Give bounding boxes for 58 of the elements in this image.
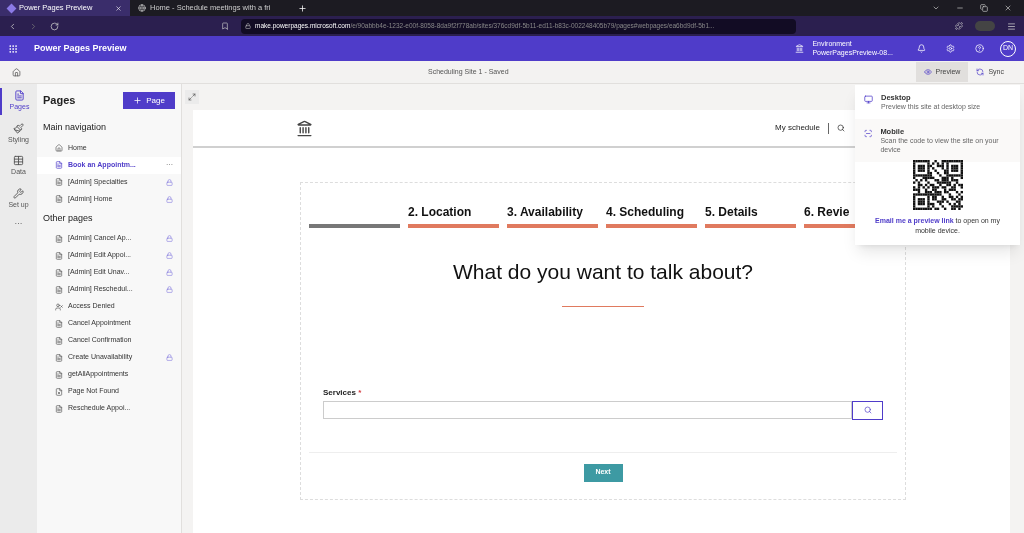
- site-logo-icon: [296, 119, 313, 137]
- styling-icon: [13, 122, 24, 134]
- page-icon: [55, 268, 63, 277]
- page-icon: [55, 285, 63, 294]
- nav-link[interactable]: My schedule: [775, 122, 820, 134]
- notification-icon[interactable]: [917, 44, 926, 53]
- qr-code: [912, 159, 963, 210]
- user-icon: [55, 302, 63, 311]
- field-label: Services *: [323, 386, 363, 399]
- preview-icon: [923, 68, 932, 76]
- plus-icon: [133, 96, 143, 105]
- new-tab-icon[interactable]: [298, 3, 307, 13]
- home-icon[interactable]: [12, 67, 21, 77]
- section-title: Other pages: [42, 211, 94, 225]
- data-icon: [13, 155, 24, 166]
- bookmark-icon[interactable]: [221, 22, 229, 30]
- page-icon: [55, 178, 63, 186]
- page-icon: [55, 387, 63, 396]
- home-icon: [55, 144, 63, 152]
- app-launcher-icon[interactable]: [8, 43, 18, 54]
- search-icon: [863, 406, 872, 414]
- page-icon: [55, 404, 63, 413]
- menu-icon[interactable]: [1007, 21, 1016, 31]
- app-title: Power Pages Preview: [34, 41, 127, 55]
- extension-icon[interactable]: [955, 22, 963, 30]
- sync-icon: [976, 68, 985, 76]
- setup-icon: [13, 187, 24, 199]
- page-icon: [55, 370, 63, 379]
- search-button[interactable]: [852, 400, 883, 420]
- add-page-button[interactable]: Page: [123, 92, 175, 109]
- settings-icon[interactable]: [946, 44, 955, 53]
- page-icon: [55, 195, 63, 203]
- services-field[interactable]: [323, 400, 852, 419]
- page-icon: [55, 234, 63, 243]
- more-button[interactable]: ···: [14, 218, 23, 230]
- page-icon: [55, 336, 63, 345]
- page-heading: What do you want to talk about?: [453, 259, 753, 285]
- pages-icon: [14, 90, 25, 101]
- app-logo-icon: [6, 3, 17, 13]
- help-icon[interactable]: [975, 44, 984, 53]
- expand-icon: [188, 93, 196, 101]
- environment-icon: [795, 44, 805, 53]
- search-icon[interactable]: [837, 124, 845, 132]
- close-icon[interactable]: [1004, 4, 1012, 12]
- monitor-icon: [864, 95, 873, 104]
- section-title: Main navigation: [42, 121, 108, 134]
- chevron-down-icon[interactable]: [932, 4, 940, 12]
- panel-title: Pages: [43, 93, 76, 109]
- page-icon: [55, 251, 63, 260]
- page-icon: [55, 353, 63, 362]
- page-icon: [55, 161, 63, 169]
- globe-icon: [138, 4, 146, 12]
- scan-icon: [864, 129, 873, 138]
- restore-icon[interactable]: [980, 4, 988, 12]
- lock-icon: [245, 23, 251, 29]
- back-icon[interactable]: [8, 21, 17, 31]
- page-icon: [55, 319, 63, 328]
- reload-icon[interactable]: [50, 21, 59, 31]
